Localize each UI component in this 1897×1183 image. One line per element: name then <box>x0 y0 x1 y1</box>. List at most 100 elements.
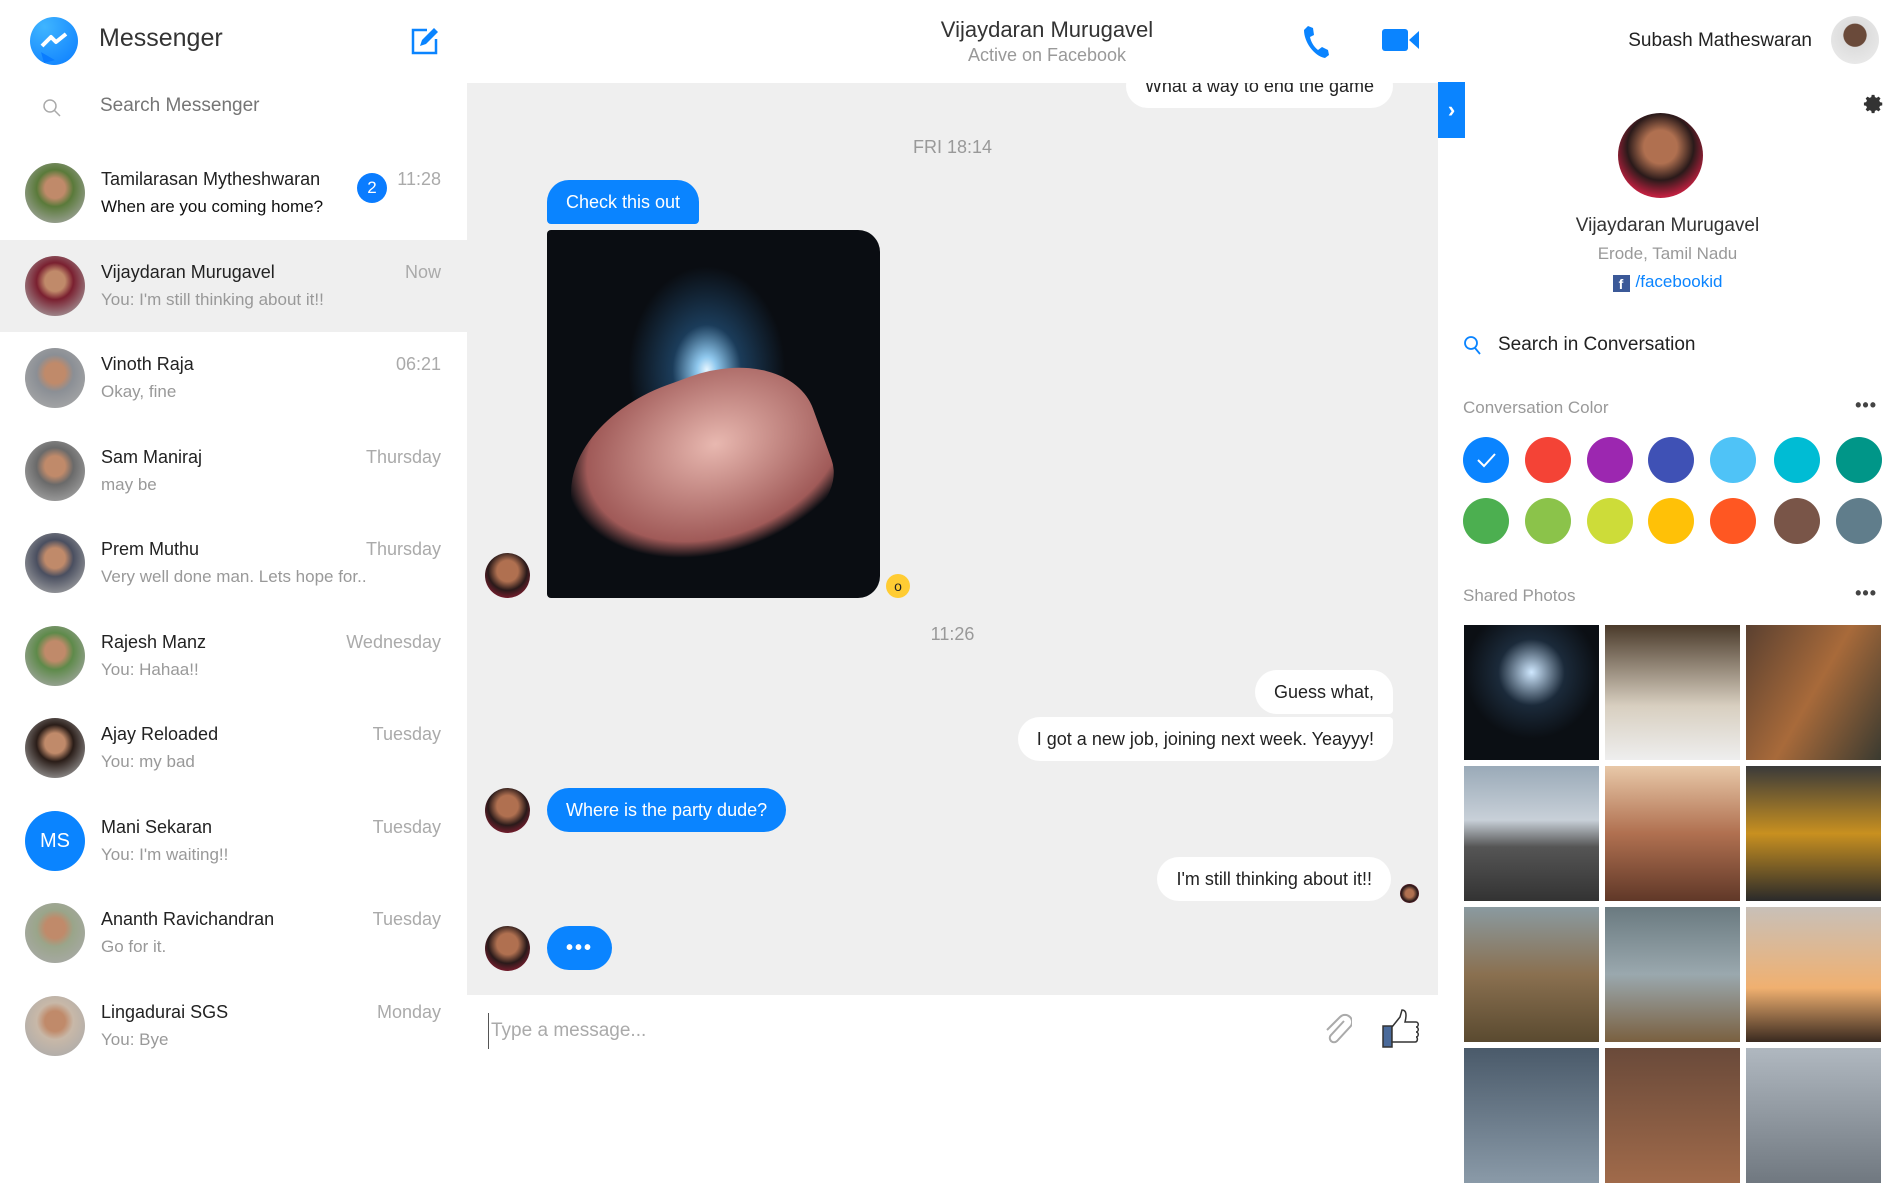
conversation-item[interactable]: Rajesh Manz You: Hahaa!! Wednesday <box>0 610 467 702</box>
shared-photo[interactable] <box>1605 625 1740 760</box>
conversation-time: Now <box>404 261 441 282</box>
composer <box>470 995 1435 1067</box>
message-outgoing: I got a new job, joining next week. Yeay… <box>1017 717 1393 761</box>
conversation-name: Rajesh Manz <box>101 631 207 652</box>
conversation-name: Lingadurai SGS <box>101 1001 229 1022</box>
avatar <box>25 718 85 778</box>
conversation-preview: You: Bye <box>101 1029 169 1049</box>
shared-photo[interactable] <box>1464 766 1599 901</box>
app-title: Messenger <box>99 24 223 52</box>
conversation-time: Thursday <box>365 539 441 559</box>
conversation-item[interactable]: Ananth Ravichandran Go for it. Tuesday <box>0 887 467 979</box>
facebook-icon: f <box>1612 275 1630 292</box>
current-user-name: Subash Matheswaran <box>1628 30 1812 51</box>
conversation-preview: Go for it. <box>101 937 167 956</box>
search-in-conversation-label: Search in Conversation <box>1498 334 1696 355</box>
conversation-item[interactable]: Vinoth Raja Okay, fine 06:21 <box>0 332 467 424</box>
search-icon <box>1464 336 1481 355</box>
facebook-link[interactable]: f/facebookid <box>1438 272 1897 292</box>
conversation-time: Tuesday <box>372 909 441 929</box>
contact-avatar <box>485 553 530 598</box>
avatar <box>25 348 85 408</box>
avatar <box>25 533 85 593</box>
conversation-preview: You: I'm still thinking about it!! <box>101 289 324 309</box>
search-input[interactable] <box>100 95 440 117</box>
color-swatch[interactable] <box>1648 437 1694 483</box>
video-call-icon[interactable] <box>1382 28 1420 52</box>
like-icon[interactable] <box>1382 1009 1420 1049</box>
color-swatch[interactable] <box>1774 437 1820 483</box>
shared-photo[interactable] <box>1605 907 1740 1042</box>
color-swatch[interactable] <box>1463 437 1509 483</box>
avatar <box>25 255 85 316</box>
color-swatch[interactable] <box>1525 437 1571 483</box>
message-input[interactable] <box>488 1013 1288 1049</box>
conversation-item[interactable]: Prem Muthu Very well done man. Lets hope… <box>0 517 467 609</box>
color-swatch[interactable] <box>1836 437 1882 483</box>
current-user-avatar[interactable] <box>1831 16 1879 64</box>
shared-photo[interactable] <box>1746 1048 1881 1183</box>
conversation-item[interactable]: Tamilarasan Mytheshwaran When are you co… <box>0 147 467 239</box>
more-options-icon[interactable]: ••• <box>1855 583 1877 604</box>
conversation-name: Vijaydaran Murugavel <box>101 261 275 282</box>
avatar <box>25 995 85 1056</box>
message-incoming: Where is the party dude? <box>547 788 787 832</box>
avatar <box>25 625 85 686</box>
shared-image[interactable] <box>547 230 880 598</box>
conversation-time: 06:21 <box>395 354 441 374</box>
avatar <box>25 440 85 501</box>
profile-avatar <box>1618 113 1703 198</box>
compose-icon[interactable] <box>410 26 440 56</box>
conversation-preview: You: my bad <box>101 752 195 771</box>
message-outgoing: I'm still thinking about it!! <box>1157 857 1391 901</box>
shared-photo[interactable] <box>1464 1048 1599 1183</box>
conversation-time: Tuesday <box>372 816 441 837</box>
conversation-name: Ananth Ravichandran <box>101 909 275 929</box>
profile-location: Erode, Tamil Nadu <box>1597 244 1738 263</box>
conversation-sidebar: Messenger Tamilarasan Mytheshwaran When … <box>0 0 467 1067</box>
color-swatch[interactable] <box>1587 498 1633 544</box>
shared-photo[interactable] <box>1746 907 1881 1042</box>
shared-photo[interactable] <box>1605 1048 1740 1183</box>
color-swatch[interactable] <box>1710 498 1756 544</box>
sidebar-header: Messenger <box>0 0 467 83</box>
shared-photo[interactable] <box>1746 625 1881 760</box>
more-options-icon[interactable]: ••• <box>1855 395 1877 416</box>
conversation-item[interactable]: MS Mani Sekaran You: I'm waiting!! Tuesda… <box>0 795 467 887</box>
contact-status: Active on Facebook <box>967 45 1127 65</box>
conversation-item[interactable]: Vijaydaran Murugavel You: I'm still thin… <box>0 239 467 332</box>
conversation-name: Vinoth Raja <box>101 354 194 374</box>
profile-name: Vijaydaran Murugavel <box>1575 215 1760 236</box>
attachment-icon[interactable] <box>1322 1013 1352 1047</box>
messenger-logo-icon <box>30 17 78 65</box>
color-swatch[interactable] <box>1710 437 1756 483</box>
shared-photo[interactable] <box>1746 766 1881 901</box>
phone-call-icon[interactable] <box>1302 24 1332 58</box>
shared-photo[interactable] <box>1605 766 1740 901</box>
shared-photo[interactable] <box>1464 625 1599 760</box>
collapse-panel-button[interactable]: › <box>1438 82 1465 138</box>
facebook-link-text[interactable]: /facebookid <box>1636 272 1723 291</box>
check-icon <box>1477 453 1496 468</box>
timestamp: FRI 18:14 <box>912 137 993 157</box>
conversation-name: Sam Maniraj <box>101 446 203 467</box>
typing-indicator: ••• <box>547 926 613 970</box>
conversation-time: Thursday <box>365 446 441 467</box>
avatar: MS <box>25 810 85 871</box>
conversation-item[interactable]: Lingadurai SGS You: Bye Monday <box>0 980 467 1072</box>
shared-photo[interactable] <box>1464 907 1599 1042</box>
color-swatch[interactable] <box>1587 437 1633 483</box>
color-swatch[interactable] <box>1836 498 1882 544</box>
search-messenger[interactable] <box>0 83 467 147</box>
conversation-item[interactable]: Sam Maniraj may be Thursday <box>0 425 467 517</box>
settings-gear-icon[interactable] <box>1863 93 1885 115</box>
color-swatch[interactable] <box>1525 498 1571 544</box>
message-incoming: Check this out <box>547 180 700 224</box>
conversation-item[interactable]: Ajay Reloaded You: my bad Tuesday <box>0 702 467 794</box>
search-in-conversation[interactable]: Search in Conversation <box>1463 333 1883 363</box>
color-swatch[interactable] <box>1774 498 1820 544</box>
conversation-preview: You: I'm waiting!! <box>101 844 229 864</box>
color-swatch[interactable] <box>1648 498 1694 544</box>
conversation-preview: You: Hahaa!! <box>101 659 199 679</box>
color-swatch[interactable] <box>1463 498 1509 544</box>
